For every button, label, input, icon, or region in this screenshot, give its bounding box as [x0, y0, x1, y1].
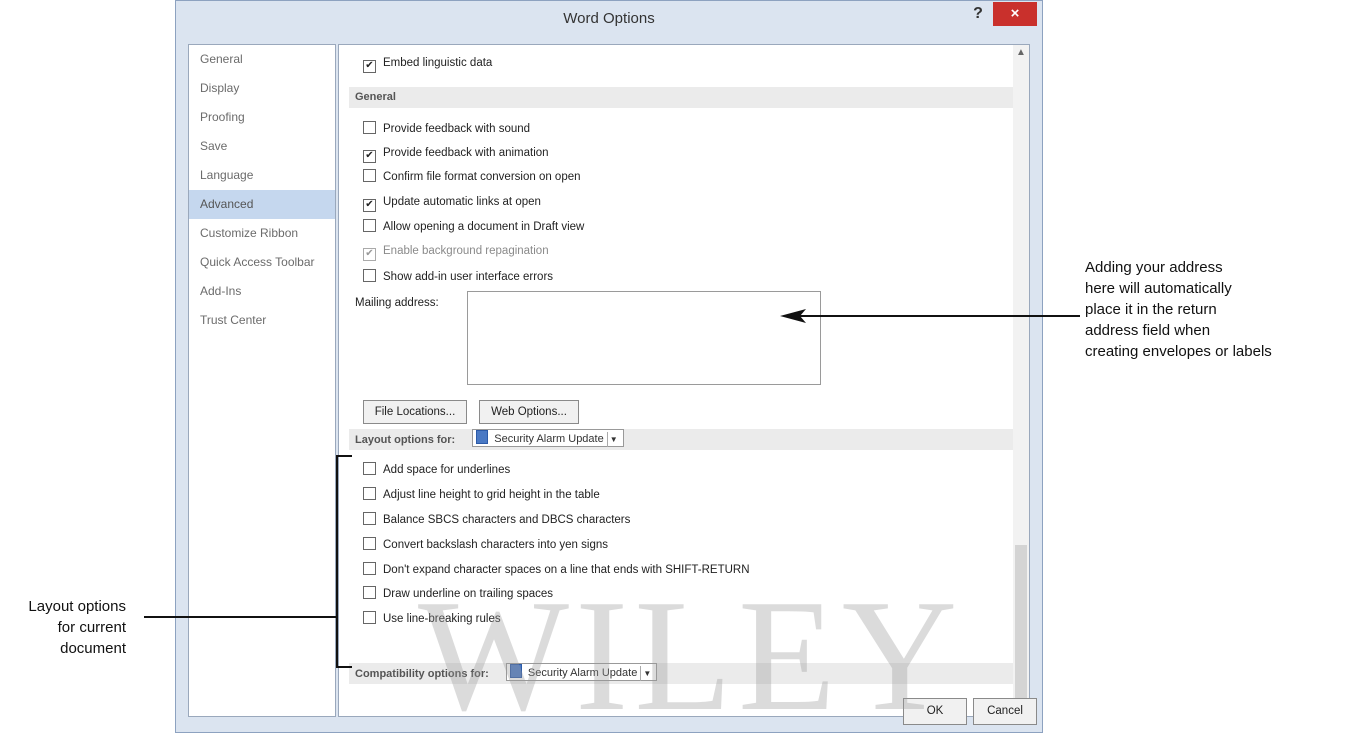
option-line-height-grid[interactable]: Adjust line height to grid height in the… [363, 487, 600, 503]
checkbox-checked[interactable]: ✔ [363, 60, 376, 73]
nav-item-language[interactable]: Language [189, 161, 335, 190]
annotation-layout-options: Layout options for current document [28, 598, 126, 657]
checkbox-unchecked[interactable] [363, 169, 376, 182]
option-confirm-conversion[interactable]: Confirm file format conversion on open [363, 169, 581, 185]
checkbox-unchecked[interactable] [363, 462, 376, 475]
layout-section-header: Layout options for: Security Alarm Updat… [349, 429, 1013, 450]
nav-item-customize-ribbon[interactable]: Customize Ribbon [189, 219, 335, 248]
nav-item-save[interactable]: Save [189, 132, 335, 161]
nav-item-add-ins[interactable]: Add-Ins [189, 277, 335, 306]
chevron-down-icon[interactable]: ▼ [640, 666, 653, 681]
cancel-button[interactable]: Cancel [973, 698, 1037, 725]
compat-document-dropdown[interactable]: Security Alarm Update ▼ [505, 663, 658, 681]
option-addin-errors[interactable]: Show add-in user interface errors [363, 269, 553, 285]
annotation-bracket-bottom [336, 666, 352, 668]
vertical-scrollbar[interactable]: ▲ ▼ [1013, 45, 1029, 716]
option-dont-expand-spaces[interactable]: Don't expand character spaces on a line … [363, 562, 750, 578]
document-icon [476, 430, 489, 444]
checkbox-unchecked[interactable] [363, 487, 376, 500]
word-options-dialog: Word Options ? × General Display Proofin… [175, 0, 1043, 744]
nav-item-quick-access-toolbar[interactable]: Quick Access Toolbar [189, 248, 335, 277]
checkbox-unchecked[interactable] [363, 269, 376, 282]
general-section-header: General [349, 87, 1013, 108]
compat-section-header: Compatibility options for: Security Alar… [349, 663, 1013, 684]
nav-item-proofing[interactable]: Proofing [189, 103, 335, 132]
checkbox-unchecked[interactable] [363, 611, 376, 624]
checkbox-unchecked[interactable] [363, 512, 376, 525]
annotation-arrow [780, 309, 1080, 323]
checkbox-unchecked[interactable] [363, 121, 376, 134]
option-line-breaking[interactable]: Use line-breaking rules [363, 611, 501, 627]
option-background-repagination: ✔ Enable background repagination [363, 243, 549, 261]
title-bar: Word Options ? × [176, 1, 1042, 37]
chevron-down-icon[interactable]: ▼ [606, 432, 620, 447]
annotation-bracket-top [336, 455, 352, 457]
web-options-button[interactable]: Web Options... [479, 400, 579, 424]
option-underline-trailing[interactable]: Draw underline on trailing spaces [363, 586, 553, 602]
annotation-connector-line [144, 616, 338, 618]
option-feedback-animation[interactable]: ✔ Provide feedback with animation [363, 145, 549, 163]
option-backslash-yen[interactable]: Convert backslash characters into yen si… [363, 537, 608, 553]
file-locations-button[interactable]: File Locations... [363, 400, 467, 424]
checkbox-checked[interactable]: ✔ [363, 150, 376, 163]
document-icon [509, 664, 522, 678]
dialog-title: Word Options [563, 10, 655, 27]
close-button[interactable]: × [993, 2, 1037, 26]
checkbox-checked-disabled: ✔ [363, 248, 376, 261]
help-button[interactable]: ? [968, 5, 988, 27]
option-space-underlines[interactable]: Add space for underlines [363, 462, 510, 478]
annotation-mailing-address: Adding your address here will automatica… [1085, 259, 1272, 360]
advanced-options-panel: ✔ Embed linguistic data General Provide f… [338, 44, 1030, 717]
annotation-bracket-vertical [336, 455, 338, 668]
embed-linguistic-checkbox[interactable]: ✔ Embed linguistic data [363, 55, 492, 73]
checkbox-unchecked[interactable] [363, 586, 376, 599]
mailing-address-label: Mailing address: [355, 297, 439, 309]
option-feedback-sound[interactable]: Provide feedback with sound [363, 121, 530, 137]
checkbox-unchecked[interactable] [363, 537, 376, 550]
layout-document-dropdown[interactable]: Security Alarm Update ▼ [472, 429, 624, 447]
option-draft-view[interactable]: Allow opening a document in Draft view [363, 219, 584, 235]
checkbox-unchecked[interactable] [363, 562, 376, 575]
nav-item-advanced[interactable]: Advanced [189, 190, 335, 219]
nav-item-trust-center[interactable]: Trust Center [189, 306, 335, 335]
nav-item-general[interactable]: General [189, 45, 335, 74]
ok-button[interactable]: OK [903, 698, 967, 725]
scrollbar-thumb[interactable] [1015, 545, 1027, 705]
mailing-address-field[interactable] [467, 291, 821, 385]
scroll-up-icon[interactable]: ▲ [1016, 47, 1026, 58]
option-update-links[interactable]: ✔ Update automatic links at open [363, 194, 541, 212]
option-balance-sbcs[interactable]: Balance SBCS characters and DBCS charact… [363, 512, 630, 528]
nav-item-display[interactable]: Display [189, 74, 335, 103]
checkbox-checked[interactable]: ✔ [363, 199, 376, 212]
checkbox-unchecked[interactable] [363, 219, 376, 232]
